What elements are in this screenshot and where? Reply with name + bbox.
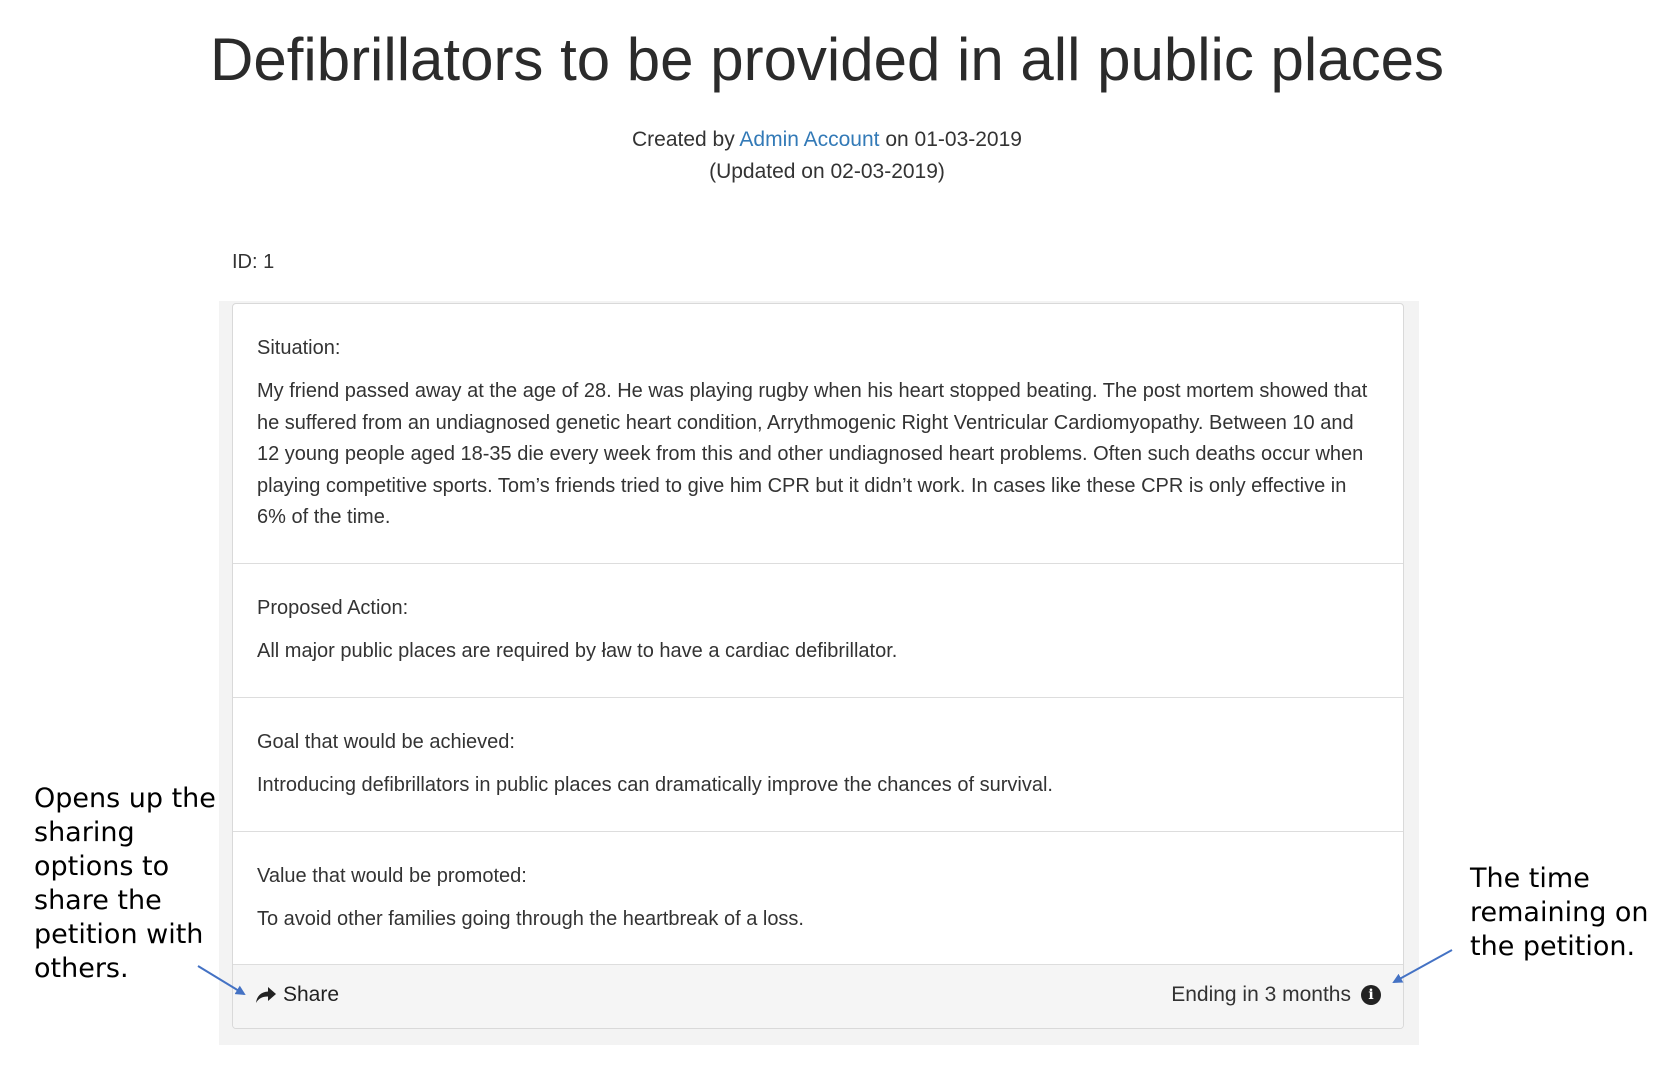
page-title: Defibrillators to be provided in all pub… [210,26,1444,93]
share-label: Share [283,983,340,1006]
petition-panel: Situation: My friend passed away at the … [232,303,1404,1029]
proposed-action-section: Proposed Action: All major public places… [233,564,1403,698]
situation-heading: Situation: [257,337,341,359]
goal-section: Goal that would be achieved: Introducing… [233,698,1403,832]
petition-meta: Created by Admin Account on 01-03-2019 (… [0,124,1654,188]
value-heading: Value that would be promoted: [257,865,527,887]
panel-footer: Share Ending in 3 months i [233,964,1403,1028]
time-remaining: Ending in 3 months i [1171,983,1381,1007]
share-button[interactable]: Share [255,983,339,1007]
value-text: To avoid other families going through th… [257,908,804,930]
proposed-action-heading: Proposed Action: [257,597,409,619]
petition-id: ID: 1 [232,251,275,273]
ending-label: Ending in 3 months [1171,983,1351,1006]
created-prefix: Created by [632,128,740,151]
created-date: on 01-03-2019 [879,128,1022,151]
share-icon [255,986,277,1004]
proposed-action-text: All major public places are required by … [257,640,898,662]
value-section: Value that would be promoted: To avoid o… [233,832,1403,966]
author-link[interactable]: Admin Account [739,128,879,151]
share-annotation: Opens up the sharing options to share th… [34,783,216,984]
time-annotation: The time remaining on the petition. [1470,863,1649,962]
goal-heading: Goal that would be achieved: [257,731,515,753]
situation-section: Situation: My friend passed away at the … [233,304,1403,564]
updated-date: (Updated on 02-03-2019) [709,160,945,183]
situation-text: My friend passed away at the age of 28. … [257,380,1368,528]
created-line: Created by Admin Account on 01-03-2019 [0,124,1654,156]
info-icon[interactable]: i [1361,985,1381,1005]
goal-text: Introducing defibrillators in public pla… [257,774,1053,796]
